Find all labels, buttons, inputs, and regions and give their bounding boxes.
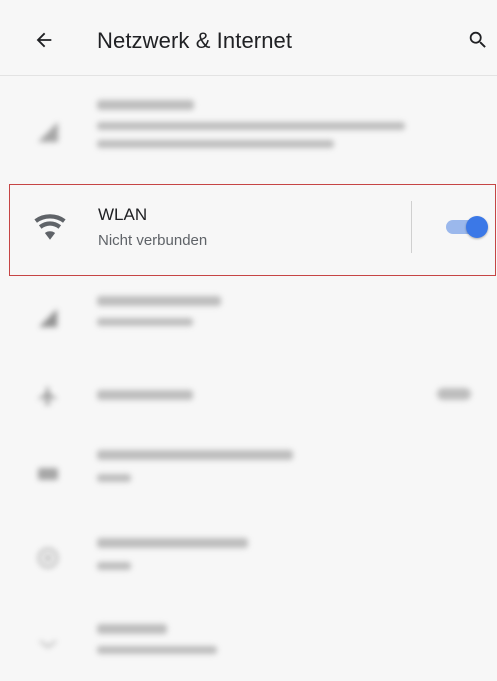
wlan-toggle[interactable] xyxy=(446,215,488,239)
redacted-subtitle xyxy=(97,562,131,570)
redacted-subtitle xyxy=(97,474,131,482)
list-item-data-saver[interactable] xyxy=(0,532,497,592)
list-item-hotspot[interactable] xyxy=(0,446,497,506)
signal-icon xyxy=(28,298,68,338)
redacted-title xyxy=(97,450,293,460)
redacted-title xyxy=(97,624,167,634)
wlan-title: WLAN xyxy=(98,205,148,224)
list-item-airplane-mode[interactable] xyxy=(0,376,497,416)
app-bar: Netzwerk & Internet xyxy=(0,0,497,76)
back-button[interactable] xyxy=(26,22,62,58)
expand-icon xyxy=(28,624,68,664)
redacted-subtitle xyxy=(97,318,193,326)
list-item-advanced[interactable] xyxy=(0,616,497,676)
redacted-title xyxy=(97,100,194,110)
wlan-item[interactable]: WLAN Nicht verbunden xyxy=(9,184,496,276)
settings-screen: Netzwerk & Internet WLAN Nicht verbunden xyxy=(0,0,497,681)
redacted-toggle xyxy=(437,388,471,400)
search-button[interactable] xyxy=(460,22,496,58)
redacted-title xyxy=(97,296,221,306)
signal-icon xyxy=(28,112,68,152)
list-item-mobile-data[interactable] xyxy=(0,288,497,352)
redacted-title xyxy=(97,390,193,400)
wifi-icon xyxy=(34,214,66,240)
redacted-title xyxy=(97,538,248,548)
toggle-thumb xyxy=(466,216,488,238)
redacted-subtitle xyxy=(97,122,405,130)
search-icon xyxy=(469,31,486,48)
wlan-status: Nicht verbunden xyxy=(98,232,208,249)
page-title: Netzwerk & Internet xyxy=(97,28,293,53)
airplane-icon xyxy=(28,376,68,416)
arrow-back-icon xyxy=(36,32,52,48)
divider xyxy=(411,201,412,253)
redacted-subtitle-2 xyxy=(97,140,334,148)
hotspot-icon xyxy=(28,452,68,492)
redacted-subtitle xyxy=(97,646,217,654)
data-saver-icon xyxy=(28,538,68,578)
list-item-mobile-network[interactable] xyxy=(0,90,497,176)
